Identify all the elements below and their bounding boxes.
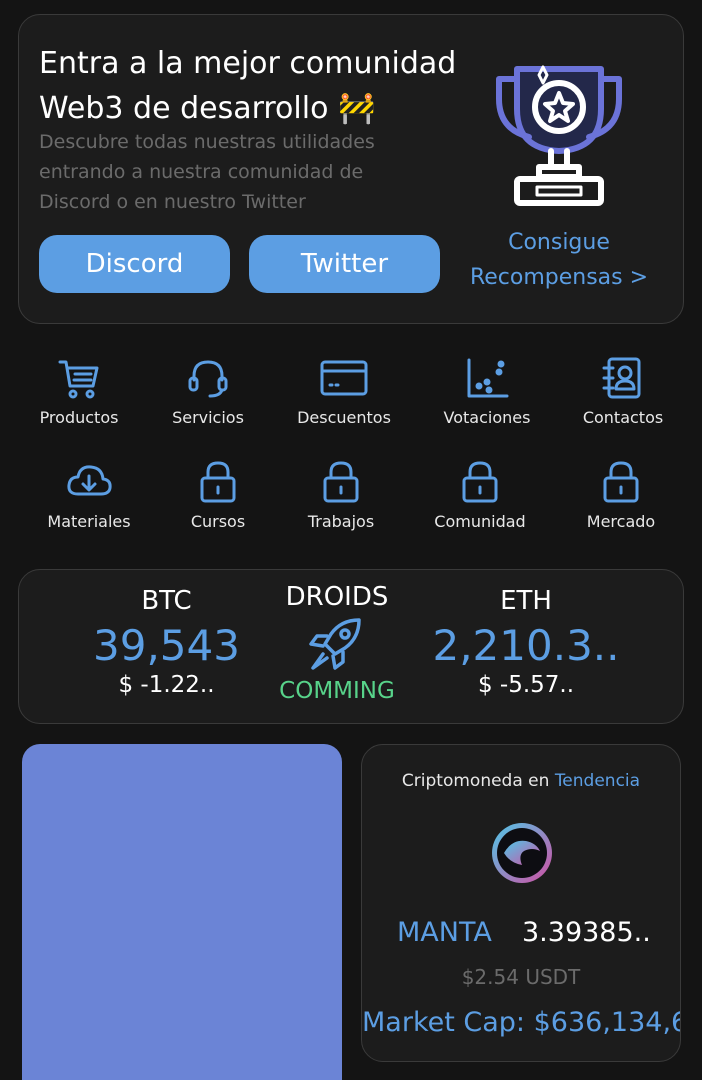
hero-description: Descubre todas nuestras utilidades entra… bbox=[39, 131, 375, 213]
grid-item-trabajos[interactable]: Trabajos bbox=[276, 460, 406, 531]
eth-price: 2,210.3.. bbox=[432, 621, 620, 670]
trending-market-cap: Market Cap: $636,134,626 bbox=[362, 1007, 680, 1038]
grid-item-comunidad[interactable]: Comunidad bbox=[415, 460, 545, 531]
droids-name: DROIDS bbox=[285, 582, 389, 612]
grid-item-descuentos[interactable]: Descuentos bbox=[279, 356, 409, 427]
trophy-icon bbox=[496, 65, 622, 206]
grid-label-materiales: Materiales bbox=[47, 512, 131, 531]
grid-label-comunidad: Comunidad bbox=[434, 512, 526, 531]
grid-item-votaciones[interactable]: Votaciones bbox=[422, 356, 552, 427]
lock-icon bbox=[323, 461, 359, 503]
cloud-download-icon bbox=[67, 465, 112, 496]
grid-label-votaciones: Votaciones bbox=[443, 408, 531, 427]
grid-label-servicios: Servicios bbox=[172, 408, 244, 427]
trending-card[interactable]: Criptomoneda en Tendencia MANTA 3.39385.… bbox=[361, 744, 681, 1062]
grid-item-productos[interactable]: Productos bbox=[14, 356, 144, 427]
btc-ticker[interactable]: BTC 39,543 $ -1.22.. bbox=[79, 586, 254, 698]
card-icon bbox=[320, 360, 368, 396]
grid-label-descuentos: Descuentos bbox=[297, 408, 391, 427]
rewards-link[interactable]: Consigue Recompensas > bbox=[459, 225, 659, 295]
contacts-icon bbox=[602, 357, 641, 399]
droids-ticker[interactable]: DROIDS COMMING bbox=[267, 582, 407, 704]
rocket-icon bbox=[309, 618, 361, 670]
discord-button[interactable]: Discord bbox=[39, 235, 230, 293]
trending-symbol: MANTA bbox=[397, 917, 492, 948]
promo-banner[interactable] bbox=[22, 744, 342, 1080]
hero-title: Entra a la mejor comunidad Web3 de desar… bbox=[39, 46, 457, 126]
grid-item-cursos[interactable]: Cursos bbox=[153, 460, 283, 531]
trending-usd-price: $2.54 USDT bbox=[461, 965, 581, 989]
lock-icon bbox=[200, 461, 236, 503]
grid-label-contactos: Contactos bbox=[582, 408, 664, 427]
trending-price: 3.39385.. bbox=[522, 917, 651, 948]
hero-card: Entra a la mejor comunidad Web3 de desar… bbox=[18, 14, 684, 324]
prices-card: BTC 39,543 $ -1.22.. DROIDS COMMING ETH … bbox=[18, 569, 684, 724]
trending-title-highlight: Tendencia bbox=[554, 771, 641, 791]
manta-logo-icon bbox=[492, 823, 552, 883]
btc-change: $ -1.22.. bbox=[118, 672, 215, 698]
trending-title: Criptomoneda en Tendencia bbox=[362, 771, 680, 791]
trending-title-prefix: Criptomoneda en bbox=[401, 771, 550, 791]
grid-item-materiales[interactable]: Materiales bbox=[24, 460, 154, 531]
droids-status: COMMING bbox=[279, 678, 395, 704]
grid-label-productos: Productos bbox=[39, 408, 119, 427]
eth-ticker[interactable]: ETH 2,210.3.. $ -5.57.. bbox=[431, 586, 621, 698]
grid-label-mercado: Mercado bbox=[586, 512, 656, 531]
scatter-chart-icon bbox=[467, 358, 509, 398]
headset-icon bbox=[188, 360, 228, 398]
lock-icon bbox=[603, 461, 639, 503]
grid-label-cursos: Cursos bbox=[190, 512, 246, 531]
lock-icon bbox=[462, 461, 498, 503]
grid-item-contactos[interactable]: Contactos bbox=[558, 356, 688, 427]
eth-name: ETH bbox=[500, 586, 552, 616]
grid-label-trabajos: Trabajos bbox=[307, 512, 375, 531]
grid-item-servicios[interactable]: Servicios bbox=[143, 356, 273, 427]
twitter-button[interactable]: Twitter bbox=[249, 235, 440, 293]
btc-price: 39,543 bbox=[93, 621, 240, 670]
cart-icon bbox=[58, 360, 99, 399]
grid-item-mercado[interactable]: Mercado bbox=[556, 460, 686, 531]
btc-name: BTC bbox=[141, 586, 192, 616]
eth-change: $ -5.57.. bbox=[477, 672, 575, 698]
